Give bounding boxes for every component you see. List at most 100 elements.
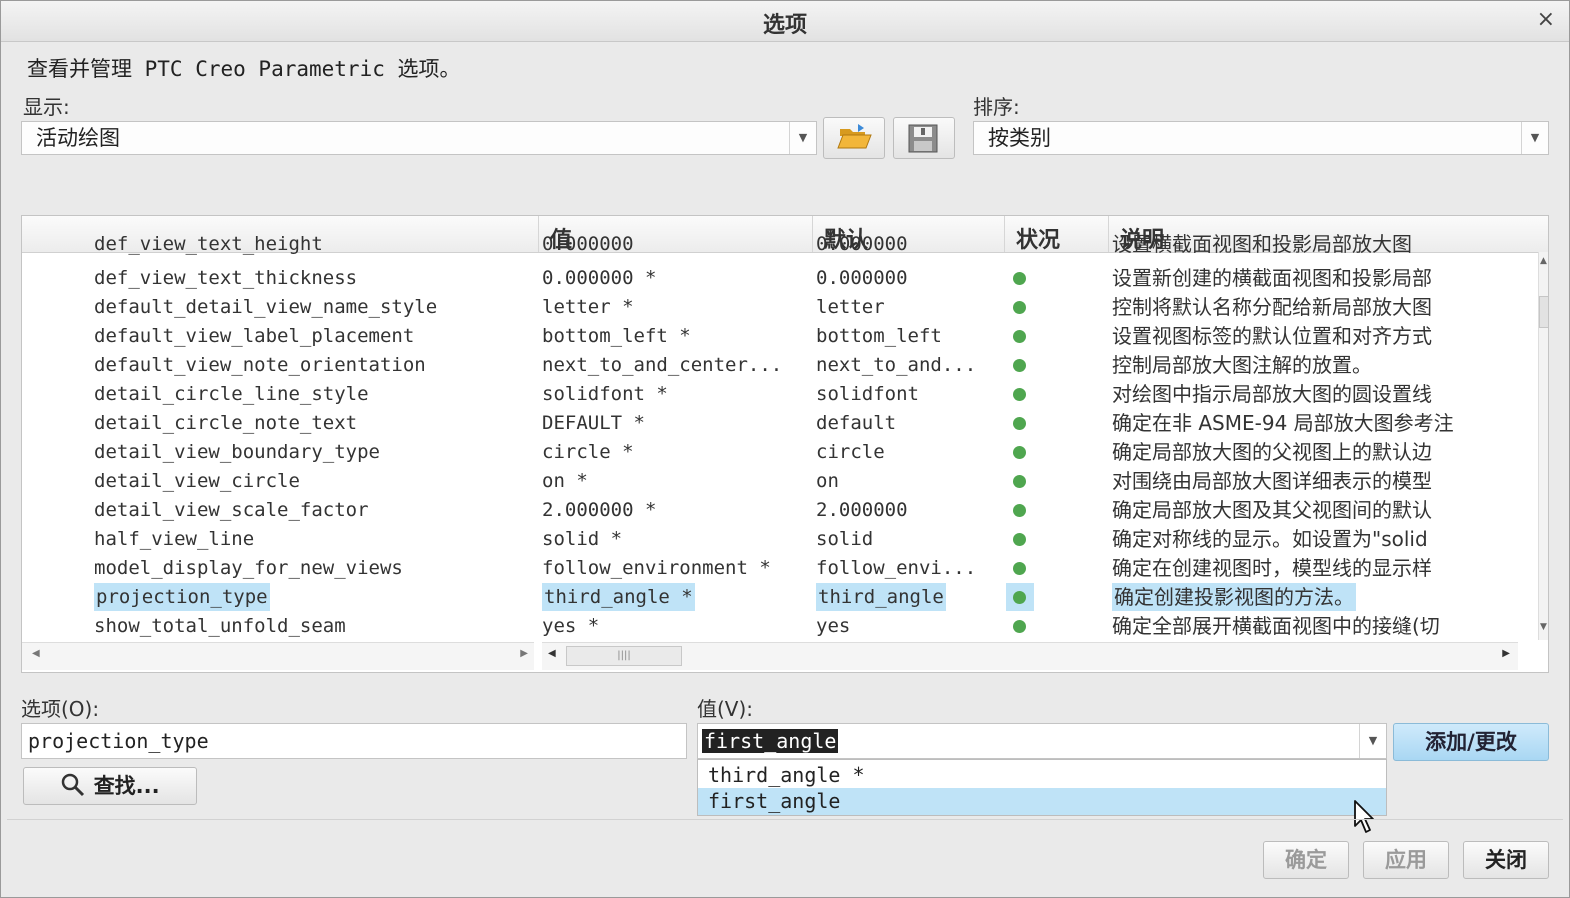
- table-row[interactable]: def_view_text_thickness 0.000000 * 0.00000…: [22, 264, 1518, 293]
- save-disk-icon: [908, 124, 938, 153]
- option-description-cell: 确定创建投影视图的方法。: [1112, 583, 1356, 611]
- option-description-cell: 对绘图中指示局部放大图的圆设置线: [1112, 382, 1432, 406]
- option-input[interactable]: projection_type: [21, 723, 687, 759]
- scroll-right-icon[interactable]: ▶: [1502, 648, 1510, 659]
- horizontal-scrollbar-values[interactable]: ◀ |||| ▶: [542, 642, 1518, 670]
- title-bar: 选项 ×: [1, 1, 1569, 42]
- status-ok-icon: [1013, 591, 1026, 604]
- option-description-cell: 确定在创建视图时，模型线的显示样: [1112, 556, 1432, 580]
- horizontal-scroll-thumb[interactable]: ||||: [566, 646, 682, 666]
- option-name-cell: half_view_line: [94, 528, 255, 550]
- option-name-cell: default_view_note_orientation: [94, 354, 426, 376]
- option-name-cell: detail_circle_line_style: [94, 383, 369, 405]
- table-row[interactable]: detail_view_circle on * on 对围绕由局部放大图详细表示的模型: [22, 467, 1518, 496]
- option-description-cell: 确定对称线的显示。如设置为"solid: [1112, 527, 1428, 551]
- option-description-cell: 控制将默认名称分配给新局部放大图: [1112, 295, 1432, 319]
- close-button[interactable]: 关闭: [1463, 841, 1549, 879]
- display-label: 显示:: [23, 95, 70, 119]
- status-ok-icon: [1013, 388, 1026, 401]
- option-description-cell: 确定局部放大图及其父视图间的默认: [1112, 498, 1432, 522]
- add-change-button[interactable]: 添加/更改: [1393, 723, 1549, 761]
- option-name-cell: projection_type: [94, 583, 270, 611]
- dropdown-option[interactable]: third_angle *: [698, 762, 1386, 789]
- option-value-cell: letter *: [542, 296, 634, 318]
- option-description-cell: 设置视图标签的默认位置和对齐方式: [1112, 324, 1432, 348]
- scroll-down-icon[interactable]: ▼: [1540, 622, 1547, 632]
- option-value-cell: 0.000000: [542, 233, 634, 255]
- open-config-button[interactable]: [823, 117, 885, 159]
- table-row[interactable]: default_detail_view_name_style letter * le…: [22, 293, 1518, 322]
- status-ok-icon: [1013, 475, 1026, 488]
- option-default-cell: bottom_left: [816, 325, 942, 347]
- display-dropdown[interactable]: 活动绘图 ▼: [21, 121, 817, 155]
- folder-open-icon: [837, 124, 872, 149]
- vertical-scrollbar[interactable]: ▲ ▼: [1538, 252, 1548, 640]
- scroll-right-icon[interactable]: ▶: [520, 648, 528, 659]
- table-row[interactable]: half_view_line solid * solid 确定对称线的显示。如设置为"…: [22, 525, 1518, 554]
- close-icon[interactable]: ×: [1537, 7, 1555, 32]
- option-label: 选项(O):: [21, 697, 100, 721]
- dialog-description: 查看并管理 PTC Creo Parametric 选项。: [27, 57, 461, 81]
- chevron-down-icon[interactable]: ▼: [1521, 122, 1548, 154]
- option-default-cell: follow_envi...: [816, 557, 977, 579]
- option-name-cell: detail_view_boundary_type: [94, 441, 380, 463]
- scroll-left-icon[interactable]: ◀: [32, 648, 40, 659]
- horizontal-scrollbar-names[interactable]: ◀ ▶: [22, 642, 534, 670]
- options-dialog: 选项 × 查看并管理 PTC Creo Parametric 选项。 显示: 活…: [0, 0, 1570, 898]
- option-default-cell: third_angle: [816, 583, 946, 611]
- option-default-cell: on: [816, 470, 839, 492]
- chevron-down-icon[interactable]: ▼: [1359, 724, 1386, 758]
- table-row-partial[interactable]: def_view_text_height 0.000000 0.000000 设置横截…: [22, 230, 1518, 259]
- save-config-button[interactable]: [893, 117, 955, 159]
- find-button[interactable]: 查找...: [23, 767, 197, 805]
- option-value-cell: solid *: [542, 528, 623, 550]
- table-row[interactable]: detail_view_scale_factor 2.000000 * 2.0000…: [22, 496, 1518, 525]
- sort-label: 排序:: [973, 95, 1020, 119]
- status-ok-icon: [1013, 533, 1026, 546]
- status-ok-icon: [1013, 562, 1026, 575]
- chevron-down-icon[interactable]: ▼: [789, 122, 816, 154]
- value-combobox[interactable]: first_angle ▼: [697, 723, 1387, 759]
- dropdown-option-selected[interactable]: first_angle: [698, 788, 1386, 815]
- option-value-cell: DEFAULT *: [542, 412, 645, 434]
- ok-button[interactable]: 确定: [1263, 841, 1349, 879]
- option-value-cell: solidfont *: [542, 383, 668, 405]
- option-name-cell: model_display_for_new_views: [94, 557, 403, 579]
- option-description-cell: 确定在非 ASME-94 局部放大图参考注: [1112, 411, 1454, 435]
- option-default-cell: solidfont: [816, 383, 919, 405]
- option-value-cell: follow_environment *: [542, 557, 771, 579]
- table-row[interactable]: default_view_note_orientation next_to_and…: [22, 351, 1518, 380]
- table-row[interactable]: detail_circle_line_style solidfont * solid…: [22, 380, 1518, 409]
- option-default-cell: 0.000000: [816, 233, 908, 255]
- option-value-cell: 2.000000 *: [542, 499, 657, 521]
- vertical-scroll-thumb[interactable]: [1539, 296, 1548, 328]
- table-row[interactable]: show_total_unfold_seam yes * yes 确定全部展开横截面视…: [22, 612, 1518, 641]
- dialog-title: 选项: [762, 13, 807, 38]
- options-table: 值 默认 状况 说明 def_view_text_height 0.000000 0…: [21, 215, 1549, 673]
- option-default-cell: next_to_and...: [816, 354, 977, 376]
- option-description-cell: 确定全部展开横截面视图中的接缝(切: [1112, 614, 1440, 638]
- status-ok-icon: [1013, 417, 1026, 430]
- search-icon: [62, 773, 85, 797]
- option-value-cell: next_to_and_center...: [542, 354, 783, 376]
- table-row[interactable]: detail_view_boundary_type circle * circle 确…: [22, 438, 1518, 467]
- table-row[interactable]: detail_circle_note_text DEFAULT * default 确…: [22, 409, 1518, 438]
- sort-dropdown[interactable]: 按类别 ▼: [973, 121, 1549, 155]
- option-name-cell: detail_circle_note_text: [94, 412, 358, 434]
- option-name-cell: default_detail_view_name_style: [94, 296, 438, 318]
- status-ok-icon: [1013, 446, 1026, 459]
- status-ok-icon: [1013, 330, 1026, 343]
- table-row[interactable]: model_display_for_new_views follow_enviro…: [22, 554, 1518, 583]
- option-value-cell: bottom_left *: [542, 325, 691, 347]
- option-name-cell: default_view_label_placement: [94, 325, 415, 347]
- table-row[interactable]: default_view_label_placement bottom_left …: [22, 322, 1518, 351]
- find-button-label: 查找...: [93, 774, 160, 798]
- scroll-up-icon[interactable]: ▲: [1540, 256, 1547, 266]
- status-ok-icon: [1013, 301, 1026, 314]
- option-default-cell: 2.000000: [816, 499, 908, 521]
- option-description-cell: 对围绕由局部放大图详细表示的模型: [1112, 469, 1432, 493]
- value-combobox-text: first_angle: [702, 729, 839, 753]
- scroll-left-icon[interactable]: ◀: [548, 648, 556, 659]
- table-row[interactable]: projection_type third_angle * third_angle 确…: [22, 583, 1518, 612]
- apply-button[interactable]: 应用: [1363, 841, 1449, 879]
